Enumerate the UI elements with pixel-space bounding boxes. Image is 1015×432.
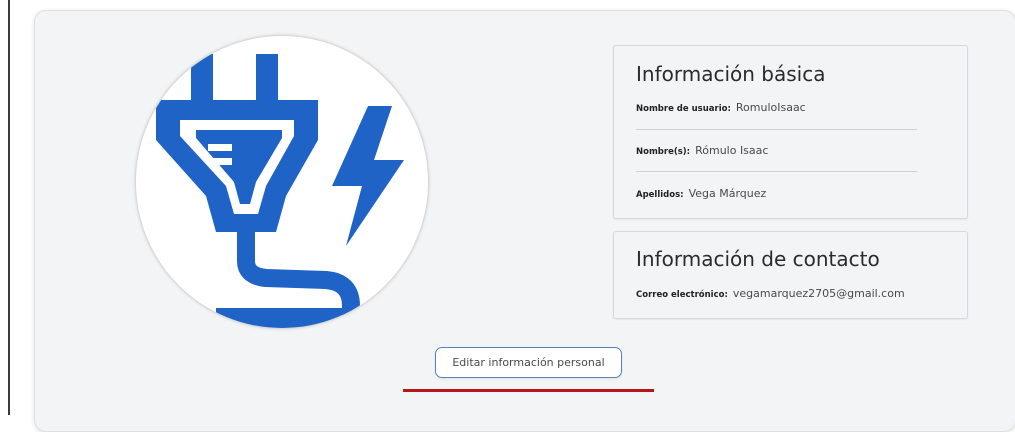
power-plug-lightning-icon <box>156 54 404 328</box>
contact-info-title: Información de contacto <box>636 247 880 271</box>
last-name-value: Vega Márquez <box>688 187 767 200</box>
first-name-value: Rómulo Isaac <box>695 144 769 157</box>
profile-avatar <box>135 35 429 329</box>
edit-personal-info-button[interactable]: Editar información personal <box>435 347 622 378</box>
username-label: Nombre de usuario: <box>636 104 731 114</box>
divider <box>636 171 917 172</box>
username-value: RomuloIsaac <box>735 101 806 114</box>
email-label: Correo electrónico: <box>636 290 728 300</box>
email-value: vegamarquez2705@gmail.com <box>732 287 905 300</box>
highlight-underline <box>403 389 654 392</box>
last-name-label: Apellidos: <box>636 190 684 200</box>
first-name-row: Nombre(s): Rómulo Isaac <box>636 144 768 157</box>
username-row: Nombre de usuario: RomuloIsaac <box>636 101 806 114</box>
basic-info-panel: Información básica Nombre de usuario: Rom… <box>613 45 968 219</box>
divider <box>636 129 917 130</box>
first-name-label: Nombre(s): <box>636 147 691 157</box>
contact-info-panel: Información de contacto Correo electróni… <box>613 231 968 319</box>
email-row: Correo electrónico: vegamarquez2705@gmail… <box>636 287 905 300</box>
left-border-line <box>8 0 10 415</box>
last-name-row: Apellidos: Vega Márquez <box>636 187 766 200</box>
basic-info-title: Información básica <box>636 62 826 86</box>
